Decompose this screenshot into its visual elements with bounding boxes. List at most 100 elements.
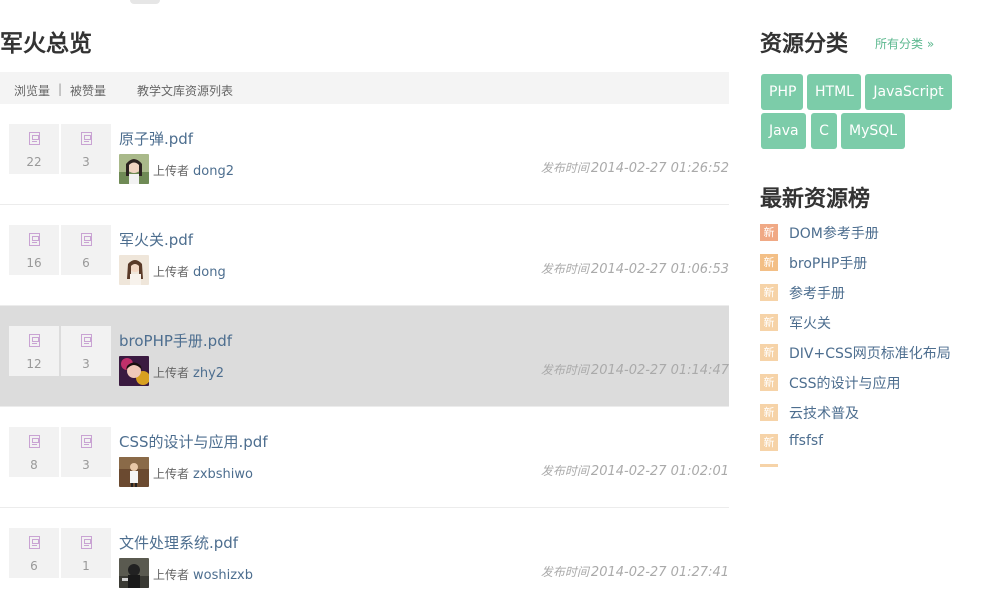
views-box: 6 [9, 528, 59, 578]
likes-count: 3 [82, 357, 90, 371]
publish-time: 发布时间 2014-02-27 01:26:52 [541, 159, 729, 176]
uploader: 上传者 woshizxb [153, 566, 253, 583]
tag-c[interactable]: C [811, 113, 837, 149]
avatar-image [119, 558, 149, 588]
likes-box[interactable]: 1 [61, 528, 111, 578]
uploader-name-link[interactable]: dong2 [193, 164, 234, 179]
uploader-label: 上传者 [153, 366, 190, 380]
latest-resource-link[interactable]: CSS的设计与应用 [789, 373, 901, 393]
uploader-name-link[interactable]: zhy2 [193, 366, 224, 381]
resource-title-link[interactable]: CSS的设计与应用.pdf [119, 431, 268, 452]
resource-title-link[interactable]: broPHP手册.pdf [119, 330, 232, 351]
views-icon [28, 435, 40, 448]
new-badge: 新 [760, 224, 778, 241]
like-icon [80, 334, 92, 347]
latest-resource-link[interactable]: 军火关 [789, 313, 831, 333]
uploader-name-link[interactable]: zxbshiwo [193, 467, 253, 482]
tag-java[interactable]: Java [761, 113, 806, 149]
top-shadow-decoration [130, 0, 160, 4]
filter-bar: 浏览量 | 被赞量 教学文库资源列表 [0, 72, 729, 104]
likes-count: 6 [82, 256, 90, 270]
likes-box[interactable]: 6 [61, 225, 111, 275]
latest-resource-item[interactable]: 新 云技术普及 [760, 403, 1000, 423]
resource-title-link[interactable]: 军火关.pdf [119, 229, 193, 250]
uploader: 上传者 dong2 [153, 162, 234, 179]
avatar-image [119, 255, 149, 285]
uploader-label: 上传者 [153, 164, 190, 178]
avatar[interactable] [119, 356, 149, 386]
publish-time: 发布时间 2014-02-27 01:27:41 [541, 563, 729, 580]
new-badge: 新 [760, 374, 778, 391]
like-icon [80, 233, 92, 246]
likes-box[interactable]: 3 [61, 326, 111, 376]
latest-resource-link[interactable]: 云技术普及 [789, 403, 859, 423]
resource-item: 22 3 原子弹.pdf 上传者 dong2 发布时间 2014-02-27 0… [0, 104, 729, 205]
latest-resource-item[interactable]: 新 CSS的设计与应用 [760, 373, 1000, 393]
avatar[interactable] [119, 255, 149, 285]
resource-item-highlighted: 12 3 broPHP手册.pdf 上传者 zhy2 发布时间 2014-02-… [0, 306, 729, 407]
new-badge: 新 [760, 254, 778, 271]
new-badge: 新 [760, 344, 778, 361]
latest-resource-link[interactable]: ffsfsf [789, 433, 823, 449]
filter-separator: | [58, 82, 63, 96]
views-count: 16 [26, 256, 42, 270]
next-badge-partial [760, 464, 778, 467]
latest-resource-item[interactable]: 新 参考手册 [760, 283, 1000, 303]
avatar[interactable] [119, 154, 149, 184]
likes-count: 3 [82, 155, 90, 169]
new-badge: 新 [760, 404, 778, 421]
latest-resource-link[interactable]: DIV+CSS网页标准化布局 [789, 343, 951, 363]
avatar-image [119, 356, 149, 386]
views-count: 12 [26, 357, 42, 371]
tag-html[interactable]: HTML [807, 74, 861, 110]
page-title: 军火总览 [0, 30, 92, 57]
like-icon [80, 435, 92, 448]
latest-resource-item[interactable]: 新 DOM参考手册 [760, 223, 1000, 243]
uploader-label: 上传者 [153, 568, 190, 582]
uploader: 上传者 dong [153, 263, 226, 280]
likes-count: 1 [82, 559, 90, 573]
likes-box[interactable]: 3 [61, 427, 111, 477]
like-icon [80, 132, 92, 145]
views-box: 22 [9, 124, 59, 174]
latest-resource-link[interactable]: broPHP手册 [789, 253, 867, 273]
views-count: 22 [26, 155, 42, 169]
uploader-name-link[interactable]: woshizxb [193, 568, 253, 583]
latest-resource-item[interactable]: 新 ffsfsf [760, 433, 1000, 453]
views-box: 12 [9, 326, 59, 376]
all-categories-link[interactable]: 所有分类 » [875, 35, 934, 52]
publish-time-label: 发布时间 [540, 161, 589, 175]
publish-time: 发布时间 2014-02-27 01:06:53 [541, 260, 729, 277]
new-badge: 新 [760, 284, 778, 301]
tag-php[interactable]: PHP [761, 74, 803, 110]
list-title: 教学文库资源列表 [137, 84, 234, 98]
like-icon [80, 536, 92, 549]
tag-mysql[interactable]: MySQL [841, 113, 905, 149]
uploader: 上传者 zhy2 [153, 364, 224, 381]
avatar[interactable] [119, 558, 149, 588]
likes-box[interactable]: 3 [61, 124, 111, 174]
latest-resource-link[interactable]: DOM参考手册 [789, 223, 879, 243]
views-icon [28, 334, 40, 347]
publish-time-label: 发布时间 [540, 565, 589, 579]
avatar[interactable] [119, 457, 149, 487]
publish-time-label: 发布时间 [540, 363, 589, 377]
publish-time: 发布时间 2014-02-27 01:02:01 [541, 462, 729, 479]
latest-resource-item[interactable]: 新 DIV+CSS网页标准化布局 [760, 343, 1000, 363]
latest-resource-link[interactable]: 参考手册 [789, 283, 845, 303]
uploader-label: 上传者 [153, 467, 190, 481]
sort-by-likes-link[interactable]: 被赞量 [70, 82, 106, 99]
tag-javascript[interactable]: JavaScript [865, 74, 952, 110]
sort-by-views-link[interactable]: 浏览量 [14, 82, 50, 99]
resource-title-link[interactable]: 文件处理系统.pdf [119, 532, 238, 553]
resource-title-link[interactable]: 原子弹.pdf [119, 128, 193, 149]
latest-resource-item[interactable]: 新 军火关 [760, 313, 1000, 333]
latest-resource-item[interactable]: 新 broPHP手册 [760, 253, 1000, 273]
publish-time-value: 2014-02-27 01:26:52 [590, 161, 729, 176]
uploader-name-link[interactable]: dong [193, 265, 226, 280]
publish-time-value: 2014-02-27 01:27:41 [590, 565, 729, 580]
resource-item: 6 1 文件处理系统.pdf 上传者 woshizxb 发布时间 2014-02… [0, 508, 729, 600]
views-icon [28, 132, 40, 145]
resource-item: 8 3 CSS的设计与应用.pdf 上传者 zxbshiwo 发布时间 2014… [0, 407, 729, 508]
publish-time-label: 发布时间 [540, 464, 589, 478]
